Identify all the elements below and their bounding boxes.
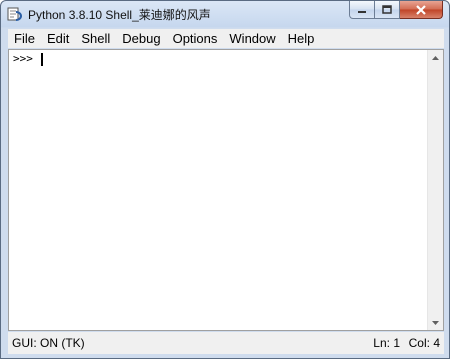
- caption-buttons: [349, 1, 443, 20]
- minimize-button[interactable]: [349, 1, 375, 19]
- gui-status: GUI: ON (TK): [12, 336, 85, 350]
- scroll-down-arrow-icon: [432, 320, 439, 325]
- menu-bar: File Edit Shell Debug Options Window Hel…: [8, 29, 444, 48]
- close-icon: [416, 4, 426, 15]
- line-number: Ln: 1: [373, 336, 400, 350]
- menu-debug[interactable]: Debug: [116, 29, 166, 48]
- menu-window[interactable]: Window: [223, 29, 281, 48]
- maximize-icon: [382, 5, 392, 14]
- menu-options[interactable]: Options: [167, 29, 224, 48]
- status-bar: GUI: ON (TK) Ln: 1 Col: 4: [8, 332, 444, 354]
- scroll-up-button[interactable]: [428, 50, 443, 65]
- scroll-up-arrow-icon: [432, 55, 439, 60]
- python-idle-icon: [7, 7, 23, 21]
- shell-text-area[interactable]: >>>: [8, 49, 444, 331]
- menu-edit[interactable]: Edit: [41, 29, 75, 48]
- minimize-icon: [358, 10, 366, 13]
- vertical-scrollbar[interactable]: [427, 50, 443, 330]
- maximize-button[interactable]: [375, 1, 400, 19]
- column-number: Col: 4: [408, 336, 440, 350]
- text-cursor: [41, 53, 43, 66]
- close-button[interactable]: [400, 1, 443, 19]
- scroll-down-button[interactable]: [428, 315, 443, 330]
- menu-help[interactable]: Help: [282, 29, 321, 48]
- menu-shell[interactable]: Shell: [75, 29, 116, 48]
- shell-prompt: >>>: [13, 52, 33, 65]
- menu-file[interactable]: File: [8, 29, 41, 48]
- window-title: Python 3.8.10 Shell_莱迪娜的风声: [28, 8, 211, 22]
- title-bar[interactable]: Python 3.8.10 Shell_莱迪娜的风声: [1, 1, 449, 28]
- idle-shell-window: Python 3.8.10 Shell_莱迪娜的风声 File Edit She…: [0, 0, 450, 359]
